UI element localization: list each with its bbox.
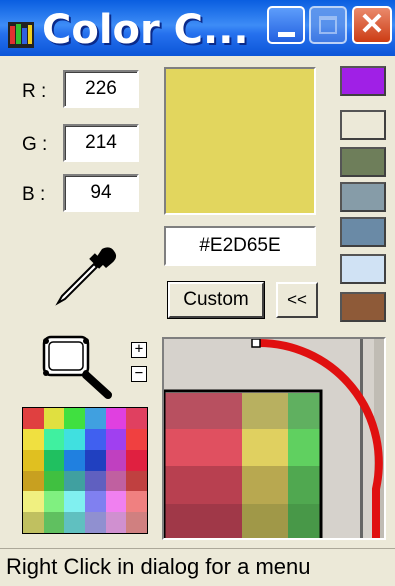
- palette-cell[interactable]: [43, 449, 65, 471]
- zoom-pixel: [288, 466, 321, 504]
- palette-cell[interactable]: [43, 491, 65, 513]
- minimize-icon: [278, 32, 295, 37]
- zoom-in-button[interactable]: +: [131, 342, 147, 358]
- palette-cell[interactable]: [84, 470, 106, 492]
- palette-cell[interactable]: [64, 408, 85, 429]
- eyedropper-icon[interactable]: [50, 245, 120, 307]
- b-input[interactable]: 94: [63, 174, 139, 212]
- zoom-pixel: [288, 504, 321, 538]
- palette-cell[interactable]: [23, 408, 44, 429]
- swatch-7[interactable]: [340, 292, 386, 322]
- color-preview: [164, 67, 316, 215]
- palette-cell[interactable]: [64, 449, 85, 471]
- b-label: B :: [22, 184, 46, 205]
- window-title: Color C...: [42, 7, 249, 53]
- palette-cell[interactable]: [43, 470, 65, 492]
- zoom-pixel: [288, 429, 321, 466]
- zoom-pixel: [164, 393, 242, 429]
- palette-cell[interactable]: [105, 491, 127, 513]
- palette-cell[interactable]: [84, 512, 106, 533]
- status-bar: Right Click in dialog for a menu: [0, 548, 395, 586]
- g-label: G :: [22, 134, 48, 155]
- zoom-pixel: [242, 466, 288, 504]
- palette-cell[interactable]: [105, 512, 127, 533]
- palette-cell[interactable]: [105, 449, 127, 471]
- palette-cell[interactable]: [23, 512, 44, 533]
- swatch-4[interactable]: [340, 182, 386, 212]
- close-button[interactable]: ✕: [352, 6, 392, 44]
- palette-cell[interactable]: [84, 428, 106, 450]
- palette-cell[interactable]: [105, 428, 127, 450]
- palette-cell[interactable]: [43, 408, 65, 429]
- palette-cell[interactable]: [126, 491, 147, 513]
- r-input[interactable]: 226: [63, 70, 139, 108]
- g-input[interactable]: 214: [63, 124, 139, 162]
- collapse-button[interactable]: <<: [276, 282, 318, 318]
- custom-button[interactable]: Custom: [167, 281, 265, 319]
- palette-cell[interactable]: [64, 470, 85, 492]
- zoom-pixel: [242, 504, 288, 538]
- palette-cell[interactable]: [64, 512, 85, 533]
- r-label: R :: [22, 81, 47, 102]
- palette-cell[interactable]: [23, 470, 44, 492]
- swatch-2[interactable]: [340, 110, 386, 140]
- swatch-5[interactable]: [340, 217, 386, 247]
- palette-cell[interactable]: [84, 408, 106, 429]
- zoom-canvas: [164, 339, 384, 538]
- palette-cell[interactable]: [126, 512, 147, 533]
- magnifier-icon[interactable]: [38, 333, 118, 399]
- palette-cell[interactable]: [64, 491, 85, 513]
- zoom-out-button[interactable]: −: [131, 366, 147, 382]
- maximize-button: [309, 6, 347, 44]
- zoom-pixel: [288, 393, 321, 429]
- palette-cell[interactable]: [84, 449, 106, 471]
- palette-cell[interactable]: [126, 470, 147, 492]
- title-bar[interactable]: Color C... ✕: [0, 0, 395, 56]
- palette-cell[interactable]: [105, 470, 127, 492]
- palette-cell[interactable]: [43, 428, 65, 450]
- palette-cell[interactable]: [126, 449, 147, 471]
- zoom-pixel: [242, 429, 288, 466]
- zoom-view[interactable]: [162, 337, 386, 540]
- close-icon: ✕: [359, 8, 385, 41]
- hex-value-field[interactable]: #E2D65E: [164, 226, 316, 266]
- minimize-button[interactable]: [267, 6, 305, 44]
- swatch-1[interactable]: [340, 66, 386, 96]
- swatch-6[interactable]: [340, 254, 386, 284]
- palette-cell[interactable]: [43, 512, 65, 533]
- palette-cell[interactable]: [23, 449, 44, 471]
- palette-cell[interactable]: [23, 428, 44, 450]
- app-icon: [8, 22, 34, 48]
- zoom-pixel: [164, 504, 242, 538]
- zoom-pixel: [164, 466, 242, 504]
- palette-cell[interactable]: [23, 491, 44, 513]
- palette-cell[interactable]: [126, 428, 147, 450]
- zoom-pixel: [164, 429, 242, 466]
- zoom-pixel: [242, 393, 288, 429]
- maximize-icon: [319, 16, 337, 34]
- palette-cell[interactable]: [105, 408, 127, 429]
- palette-cell[interactable]: [126, 408, 147, 429]
- palette-cell[interactable]: [64, 428, 85, 450]
- swatch-3[interactable]: [340, 147, 386, 177]
- palette-cell[interactable]: [84, 491, 106, 513]
- color-palette[interactable]: [22, 407, 148, 534]
